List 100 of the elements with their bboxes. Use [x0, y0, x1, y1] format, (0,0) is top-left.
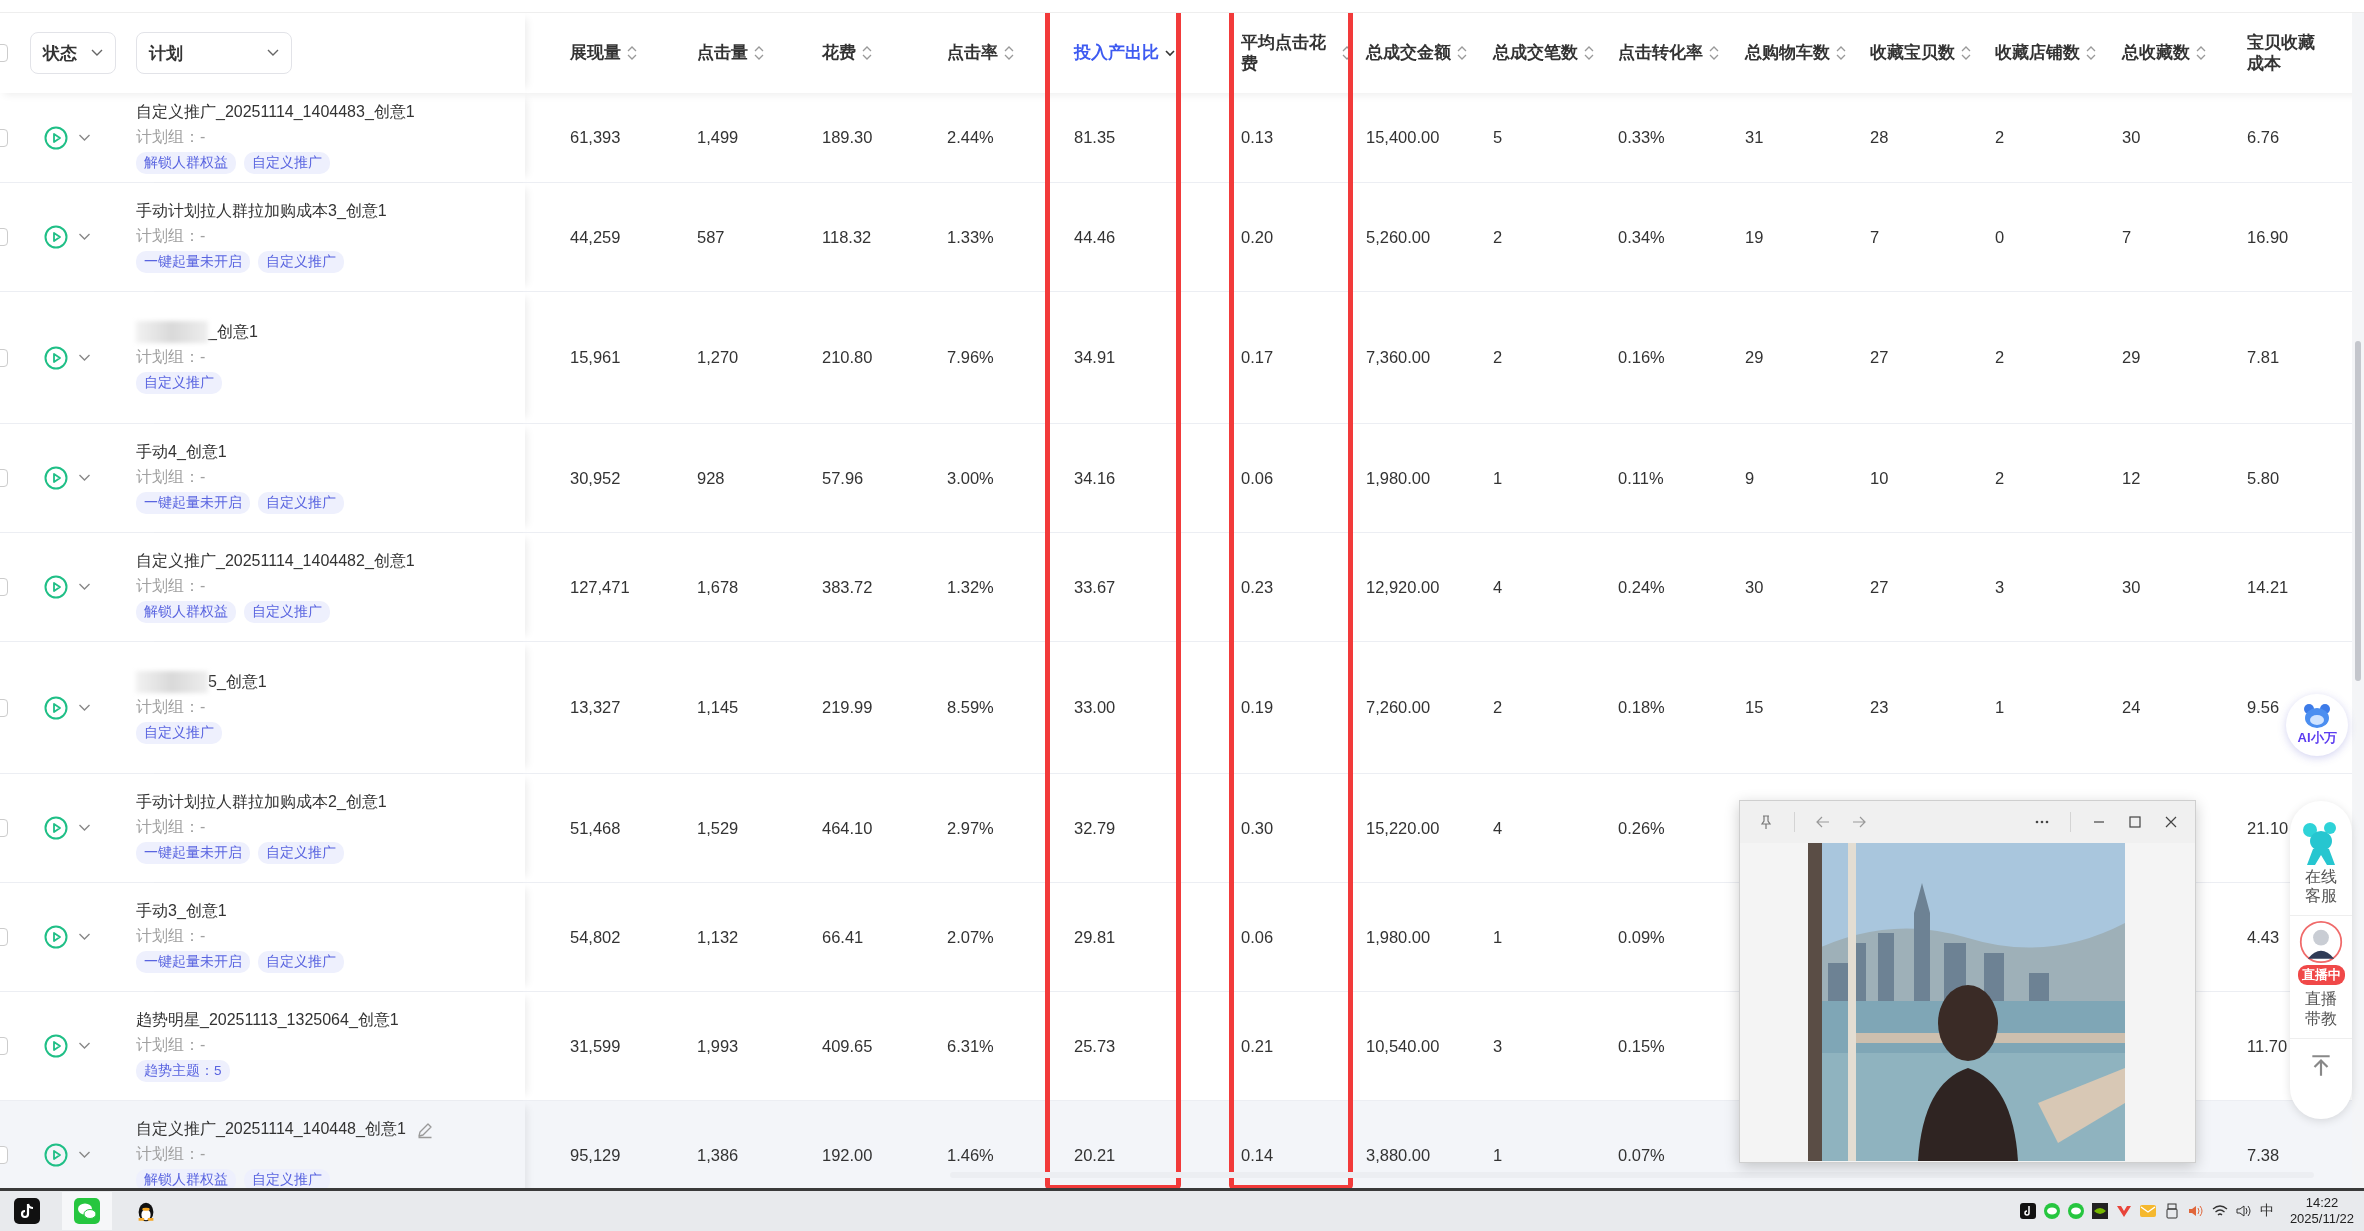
chat-app-icon[interactable] — [74, 1198, 100, 1224]
input-method-indicator[interactable]: 中 — [2259, 1202, 2274, 1220]
maximize-icon[interactable] — [2127, 814, 2143, 830]
chevron-down-icon[interactable] — [78, 474, 91, 482]
plan-cell[interactable]: 自定义推广_20251114_1404482_创意1 计划组：- 解锁人群权益 自定义推广 — [136, 533, 525, 641]
plan-cell[interactable]: 手动计划拉人群拉加购成本3_创意1 计划组：- 一键起量未开启 自定义推广 — [136, 183, 525, 291]
play-icon[interactable] — [44, 466, 68, 490]
play-icon[interactable] — [44, 225, 68, 249]
plan-cell[interactable]: 自定义推广_20251114_1404483_创意1 计划组：- 解锁人群权益 自定义推广 — [136, 93, 525, 182]
chevron-down-icon[interactable] — [78, 353, 91, 362]
table-cell: 4.43 — [2247, 927, 2280, 946]
column-header[interactable]: 收藏宝贝数 — [1870, 42, 1955, 64]
live-teaching-link[interactable]: 直播带教 — [2305, 989, 2337, 1028]
table-cell: 23 — [1870, 698, 1889, 716]
clock-date[interactable]: 2025/11/22 — [2289, 1211, 2354, 1227]
plan-group: 计划组：- — [136, 226, 525, 247]
plan-name: 手动计划拉人群拉加购成本2_创意1 — [136, 792, 387, 813]
sort-icon[interactable] — [2086, 45, 2096, 61]
plan-cell[interactable]: 手动4_创意1 计划组：- 一键起量未开启 自定义推广 — [136, 424, 525, 532]
table-cell: 13,327 — [570, 698, 621, 716]
plan-cell[interactable]: 自定义推广_20251114_140448_创意1 计划组：- 解锁人群权益 自定义推广 — [136, 1101, 525, 1188]
play-icon[interactable] — [44, 1034, 68, 1058]
chevron-down-icon[interactable] — [78, 583, 91, 591]
plan-name: 趋势明星_20251113_1325064_创意1 — [136, 1010, 399, 1031]
pin-icon[interactable] — [1758, 814, 1774, 830]
table-cell: 409.65 — [822, 1036, 873, 1055]
usb-tray-icon[interactable] — [2163, 1203, 2180, 1219]
sort-icon[interactable] — [2196, 45, 2206, 61]
plan-name: 手动4_创意1 — [136, 442, 227, 463]
play-icon[interactable] — [44, 1143, 68, 1167]
column-header[interactable]: 平均点击花费 — [1241, 31, 1336, 75]
chevron-down-icon[interactable] — [78, 703, 91, 712]
table-cell: 33.67 — [1074, 577, 1116, 596]
play-icon[interactable] — [44, 816, 68, 840]
play-icon[interactable] — [44, 925, 68, 949]
play-icon[interactable] — [44, 345, 68, 370]
table-cell: 27 — [1870, 577, 1889, 596]
sort-icon[interactable] — [1709, 45, 1719, 61]
volume-icon[interactable] — [2235, 1203, 2252, 1219]
column-header[interactable]: 点击转化率 — [1618, 42, 1703, 64]
v-tray-icon[interactable] — [2115, 1203, 2132, 1219]
column-header[interactable]: 总成交金额 — [1366, 42, 1451, 64]
chevron-down-icon[interactable] — [78, 1151, 91, 1159]
speaker-tray-icon[interactable] — [2187, 1203, 2204, 1219]
close-icon[interactable] — [2163, 814, 2179, 830]
column-header[interactable]: 点击量 — [697, 42, 748, 64]
column-header[interactable]: 花费 — [822, 42, 856, 64]
column-header[interactable]: 展现量 — [570, 42, 621, 64]
envelope-tray-icon[interactable] — [2139, 1203, 2156, 1219]
plan-cell[interactable]: 手动3_创意1 计划组：- 一键起量未开启 自定义推广 — [136, 883, 525, 991]
clock-time[interactable]: 14:22 — [2305, 1195, 2339, 1211]
scrollbar-thumb[interactable] — [2355, 341, 2361, 681]
sort-icon[interactable] — [1457, 45, 1467, 61]
chat-tray-icon[interactable] — [2067, 1203, 2084, 1219]
chevron-down-icon[interactable] — [78, 133, 91, 142]
table-cell: 32.79 — [1074, 818, 1116, 837]
column-header[interactable]: 投入产出比 — [1074, 42, 1159, 64]
play-icon[interactable] — [44, 125, 68, 150]
sort-icon[interactable] — [627, 45, 637, 61]
table-cell: 210.80 — [822, 348, 873, 366]
sort-icon[interactable] — [1004, 45, 1014, 61]
chevron-down-icon[interactable] — [78, 1042, 91, 1050]
music-note-app-icon[interactable] — [14, 1198, 40, 1224]
chevron-down-icon[interactable] — [78, 233, 91, 241]
table-cell: 14.21 — [2247, 577, 2289, 596]
column-header[interactable]: 点击率 — [947, 42, 998, 64]
sort-icon[interactable] — [1836, 45, 1846, 61]
horizontal-scrollbar[interactable] — [950, 1172, 2314, 1178]
table-cell: 1,132 — [697, 927, 739, 946]
plan-cell[interactable]: 5_创意1 计划组：- 自定义推广 — [136, 642, 525, 773]
avatar[interactable] — [2299, 920, 2343, 965]
tag: 自定义推广 — [244, 151, 330, 174]
tag: 自定义推广 — [258, 951, 344, 973]
forward-arrow-icon[interactable] — [1851, 814, 1867, 830]
music-note-tray-icon[interactable] — [2019, 1203, 2036, 1219]
play-icon[interactable] — [44, 695, 68, 720]
sort-icon[interactable] — [862, 45, 872, 61]
column-header[interactable]: 总收藏数 — [2122, 42, 2190, 64]
plan-dropdown[interactable]: 计划 — [136, 32, 292, 74]
tag: 自定义推广 — [136, 722, 222, 744]
column-header[interactable]: 总购物车数 — [1745, 42, 1830, 64]
plan-cell[interactable]: _创意1 计划组：- 自定义推广 — [136, 292, 525, 423]
plan-cell[interactable]: 趋势明星_20251113_1325064_创意1 计划组：- 趋势主题：5 — [136, 992, 525, 1100]
sort-icon[interactable] — [1961, 45, 1971, 61]
column-header[interactable]: 宝贝收藏成本 — [2247, 31, 2323, 75]
sort-icon[interactable] — [754, 45, 764, 61]
back-arrow-icon[interactable] — [1815, 814, 1831, 830]
chevron-down-icon[interactable] — [78, 824, 91, 832]
play-icon[interactable] — [44, 575, 68, 599]
chevron-down-icon[interactable] — [78, 933, 91, 941]
column-header[interactable]: 总成交笔数 — [1493, 42, 1578, 64]
table-cell: 3,880.00 — [1366, 1145, 1431, 1164]
table-cell: 0.09% — [1618, 927, 1665, 946]
table-cell: 1,980.00 — [1366, 927, 1431, 946]
chat-tray-icon[interactable] — [2043, 1203, 2060, 1219]
column-header[interactable]: 收藏店铺数 — [1995, 42, 2080, 64]
plan-cell[interactable]: 手动计划拉人群拉加购成本2_创意1 计划组：- 一键起量未开启 自定义推广 — [136, 774, 525, 882]
status-dropdown[interactable]: 状态 — [30, 32, 116, 74]
online-service-link[interactable]: 在线客服 — [2305, 867, 2337, 906]
sort-icon[interactable] — [1584, 45, 1594, 61]
